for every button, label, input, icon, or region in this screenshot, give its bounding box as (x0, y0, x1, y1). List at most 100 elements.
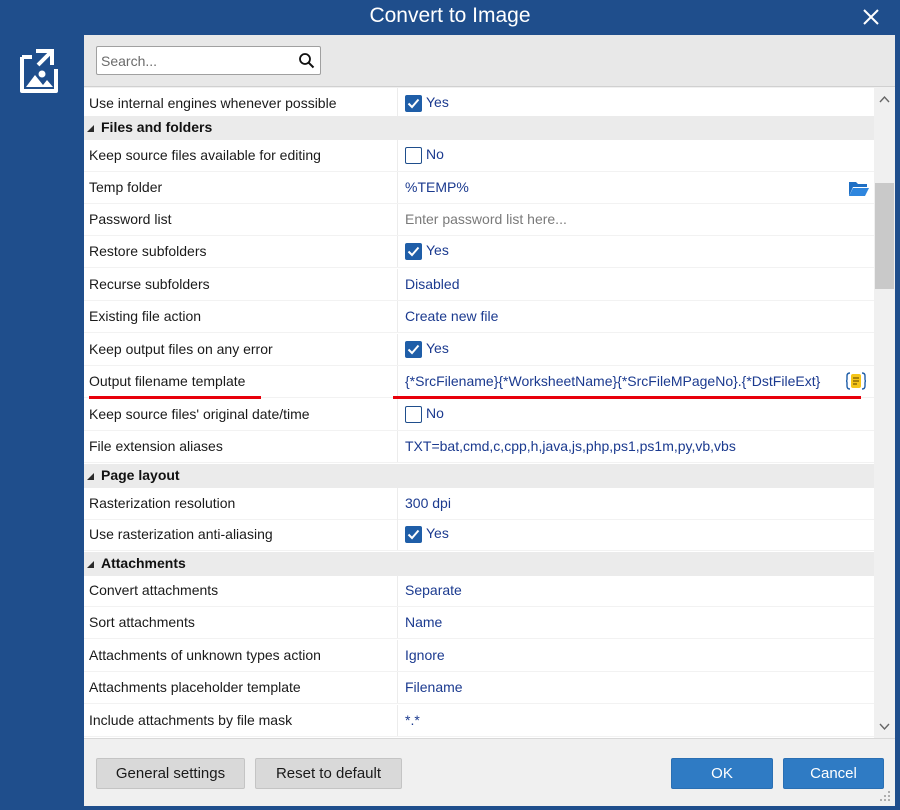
column-divider (397, 488, 398, 519)
column-divider (397, 399, 398, 430)
column-divider (397, 640, 398, 671)
row-unknown-attachments-action[interactable]: Attachments of unknown types action Igno… (84, 640, 874, 672)
settings-panel: Use internal engines whenever possible Y… (84, 35, 895, 806)
rasterization-resolution-value[interactable]: 300 dpi (405, 495, 451, 511)
row-temp-folder[interactable]: Temp folder %TEMP% (84, 172, 874, 204)
checkbox-keep-original-datetime[interactable] (405, 406, 422, 423)
attachments-placeholder-value[interactable]: Filename (405, 679, 463, 695)
close-icon (863, 9, 879, 25)
row-label: Sort attachments (89, 614, 195, 630)
macro-braces-icon[interactable] (846, 371, 866, 391)
recurse-subfolders-value[interactable]: Disabled (405, 276, 459, 292)
row-label: Recurse subfolders (89, 276, 210, 292)
reset-to-default-button[interactable]: Reset to default (255, 758, 402, 789)
row-convert-attachments[interactable]: Convert attachments Separate (84, 575, 874, 607)
column-divider (397, 172, 398, 203)
column-divider (397, 204, 398, 235)
value-highlight-underline (393, 396, 861, 399)
section-title: Attachments (101, 555, 186, 571)
search-area (84, 35, 895, 87)
row-rasterization-resolution[interactable]: Rasterization resolution 300 dpi (84, 488, 874, 520)
vertical-scrollbar[interactable] (874, 88, 895, 738)
include-attachments-mask-value[interactable]: *.* (405, 712, 420, 728)
row-file-extension-aliases[interactable]: File extension aliases TXT=bat,cmd,c,cpp… (84, 431, 874, 463)
section-title: Files and folders (101, 119, 213, 135)
row-password-list[interactable]: Password list Enter password list here..… (84, 204, 874, 236)
checkbox-keep-source-files[interactable] (405, 147, 422, 164)
section-attachments[interactable]: Attachments (84, 552, 874, 576)
column-divider (397, 366, 398, 397)
resize-grip-icon[interactable] (879, 790, 891, 802)
column-divider (397, 140, 398, 171)
column-divider (397, 705, 398, 736)
row-label: Existing file action (89, 308, 202, 324)
row-attachments-placeholder[interactable]: Attachments placeholder template Filenam… (84, 672, 874, 704)
column-divider (397, 88, 398, 119)
general-settings-button[interactable]: General settings (96, 758, 245, 789)
collapse-triangle-icon[interactable] (87, 561, 94, 568)
row-output-filename-template[interactable]: Output filename template {*SrcFilename}{… (84, 366, 874, 398)
row-recurse-subfolders[interactable]: Recurse subfolders Disabled (84, 269, 874, 301)
checkbox-label: Yes (426, 340, 449, 356)
checkbox-keep-output-files[interactable] (405, 341, 422, 358)
row-sort-attachments[interactable]: Sort attachments Name (84, 607, 874, 639)
password-list-input[interactable]: Enter password list here... (405, 211, 567, 227)
check-icon (407, 529, 420, 540)
title-bar: Convert to Image (0, 0, 900, 35)
collapse-triangle-icon[interactable] (87, 473, 94, 480)
search-input[interactable] (97, 47, 292, 74)
ok-button[interactable]: OK (671, 758, 773, 789)
output-filename-template-value[interactable]: {*SrcFilename}{*WorksheetName}{*SrcFileM… (405, 373, 820, 389)
search-icon[interactable] (298, 52, 315, 69)
dialog-footer: General settings Reset to default OK Can… (84, 738, 895, 806)
row-label: Keep output files on any error (89, 341, 273, 357)
folder-open-icon[interactable] (848, 179, 870, 197)
close-button[interactable] (860, 6, 882, 28)
row-keep-source-files[interactable]: Keep source files available for editing … (84, 140, 874, 172)
section-title: Page layout (101, 467, 180, 483)
unknown-attachments-action-value[interactable]: Ignore (405, 647, 445, 663)
checkbox-label: No (426, 146, 444, 162)
row-keep-output-files[interactable]: Keep output files on any error Yes (84, 334, 874, 366)
row-restore-subfolders[interactable]: Restore subfolders Yes (84, 236, 874, 268)
check-icon (407, 98, 420, 109)
row-label: Use rasterization anti-aliasing (89, 526, 273, 542)
image-export-icon (20, 49, 58, 93)
existing-file-action-value[interactable]: Create new file (405, 308, 498, 324)
checkbox-rasterization-antialiasing[interactable] (405, 526, 422, 543)
cancel-button[interactable]: Cancel (783, 758, 884, 789)
scroll-down-icon[interactable] (877, 719, 892, 734)
row-label: Convert attachments (89, 582, 219, 598)
checkbox-use-internal-engines[interactable] (405, 95, 422, 112)
row-label: Attachments placeholder template (89, 679, 301, 695)
column-divider (397, 236, 398, 267)
row-label: Temp folder (89, 179, 163, 195)
sort-attachments-value[interactable]: Name (405, 614, 442, 630)
row-label: Rasterization resolution (89, 495, 236, 511)
scrollbar-thumb[interactable] (875, 183, 894, 289)
row-label: Password list (89, 211, 172, 227)
section-files-and-folders[interactable]: Files and folders (84, 116, 874, 140)
row-label: Restore subfolders (89, 243, 207, 259)
scroll-up-icon[interactable] (877, 92, 892, 107)
checkbox-restore-subfolders[interactable] (405, 243, 422, 260)
row-label: Keep source files available for editing (89, 147, 321, 163)
row-include-attachments-mask[interactable]: Include attachments by file mask *.* (84, 705, 874, 737)
collapse-triangle-icon[interactable] (87, 125, 94, 132)
convert-attachments-value[interactable]: Separate (405, 582, 462, 598)
section-page-layout[interactable]: Page layout (84, 464, 874, 488)
row-existing-file-action[interactable]: Existing file action Create new file (84, 301, 874, 333)
checkbox-label: Yes (426, 242, 449, 258)
temp-folder-value[interactable]: %TEMP% (405, 179, 469, 195)
checkbox-label: Yes (426, 525, 449, 541)
column-divider (397, 672, 398, 703)
column-divider (397, 301, 398, 332)
left-rail (0, 35, 84, 810)
row-rasterization-antialiasing[interactable]: Use rasterization anti-aliasing Yes (84, 519, 874, 551)
search-box[interactable] (96, 46, 321, 75)
column-divider (397, 431, 398, 462)
row-keep-original-datetime[interactable]: Keep source files' original date/time No (84, 399, 874, 431)
row-label: Include attachments by file mask (89, 712, 293, 728)
file-extension-aliases-value[interactable]: TXT=bat,cmd,c,cpp,h,java,js,php,ps1,ps1m… (405, 438, 736, 454)
column-divider (397, 269, 398, 300)
